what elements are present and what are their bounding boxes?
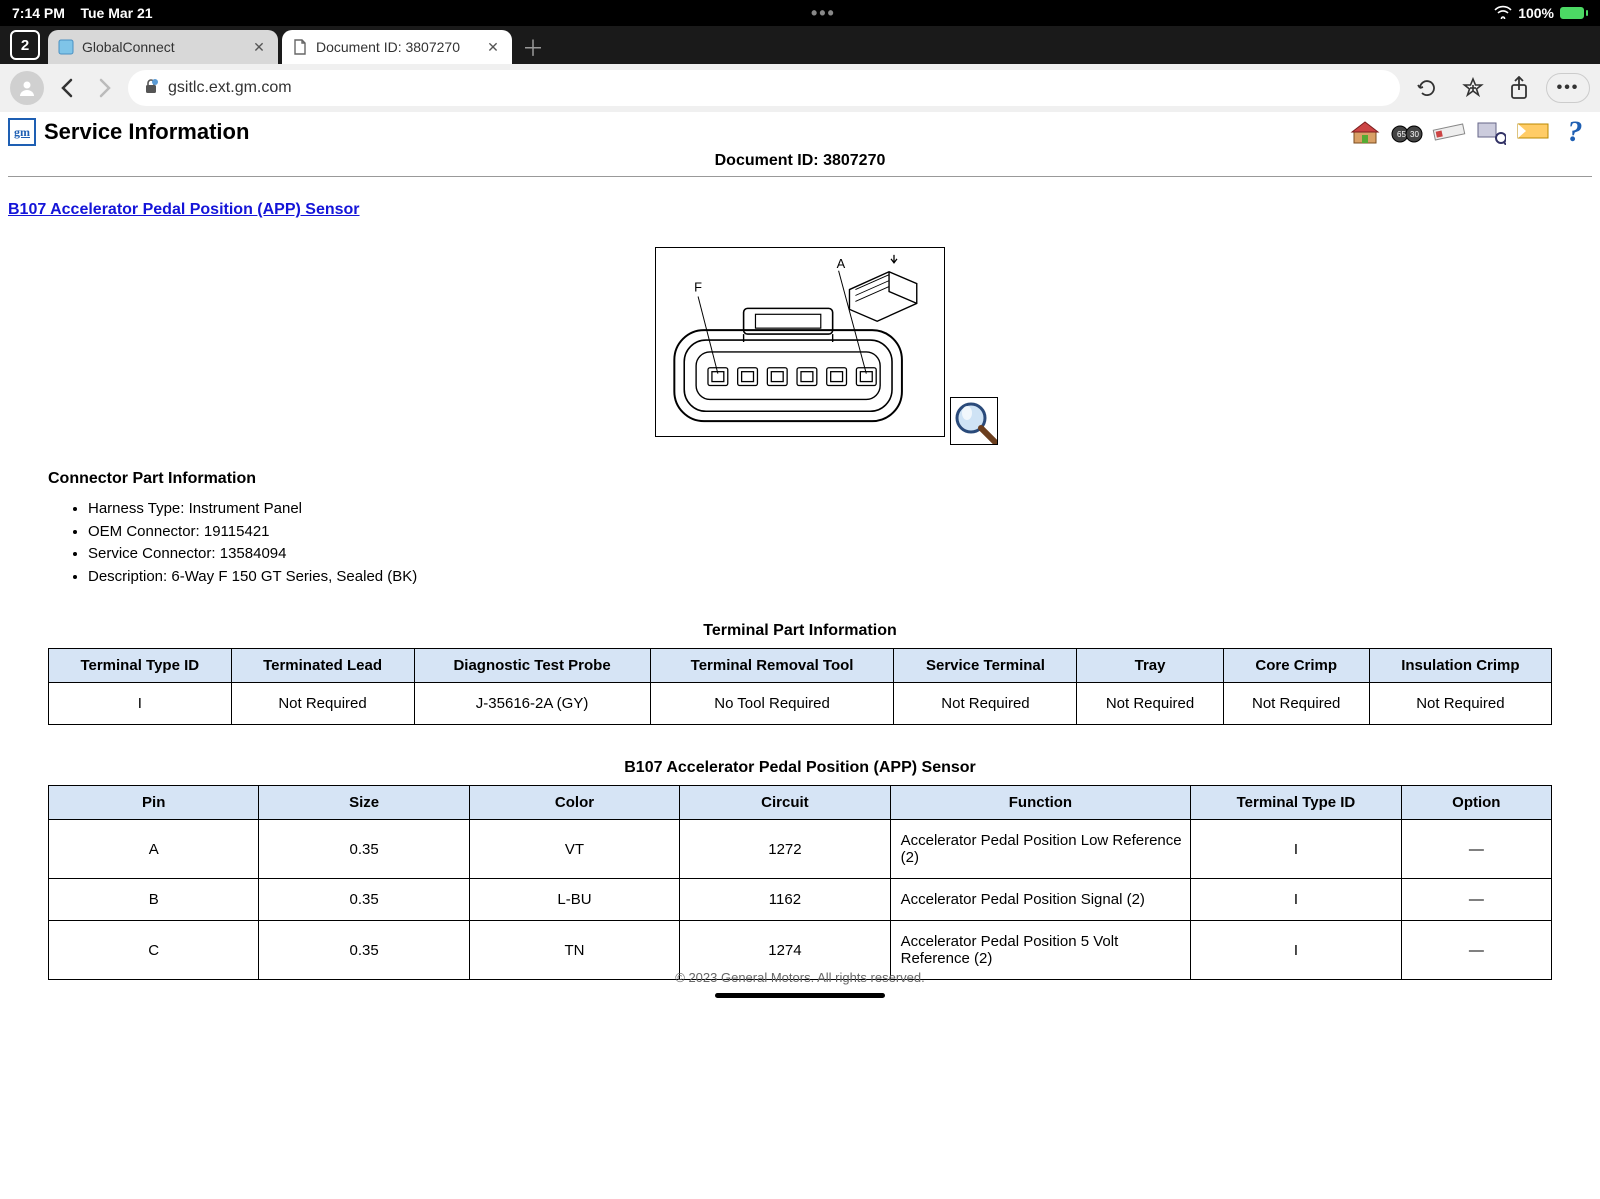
url-text: gsitlc.ext.gm.com	[168, 79, 292, 97]
scope-icon[interactable]	[1474, 120, 1508, 144]
favorites-button[interactable]	[1454, 77, 1492, 99]
th: Size	[259, 786, 469, 820]
close-tab-icon[interactable]: ✕	[484, 38, 502, 56]
terminal-table: Terminal Type ID Terminated Lead Diagnos…	[48, 648, 1552, 725]
diagram-label-a: A	[837, 256, 846, 271]
page-title: Service Information	[44, 119, 249, 145]
home-icon[interactable]	[1348, 120, 1382, 144]
table-row: B 0.35 L-BU 1162 Accelerator Pedal Posit…	[49, 879, 1552, 921]
zoom-icon[interactable]	[950, 397, 998, 450]
back-button[interactable]	[52, 78, 82, 98]
th: Terminal Type ID	[49, 649, 232, 683]
connector-diagram: F A	[8, 247, 1592, 442]
th: Pin	[49, 786, 259, 820]
document-icon	[292, 39, 308, 55]
list-item: Harness Type: Instrument Panel	[88, 498, 1592, 521]
tab-globalconnect[interactable]: GlobalConnect ✕	[48, 30, 278, 64]
doc-toolbar: 65 30 ?	[1348, 120, 1592, 144]
th: Color	[469, 786, 679, 820]
diagram-label-f: F	[694, 280, 702, 295]
pin-table-caption: B107 Accelerator Pedal Position (APP) Se…	[8, 759, 1592, 777]
help-icon[interactable]: ?	[1558, 120, 1592, 144]
battery-percent: 100%	[1518, 5, 1554, 21]
browser-address-bar: gsitlc.ext.gm.com •••	[0, 64, 1600, 112]
tab-label: Document ID: 3807270	[316, 39, 484, 55]
svg-text:65: 65	[1397, 130, 1406, 139]
th: Tray	[1077, 649, 1223, 683]
measure-icon[interactable]	[1432, 120, 1466, 144]
list-item: OEM Connector: 19115421	[88, 521, 1592, 544]
th: Circuit	[680, 786, 890, 820]
pin-table: Pin Size Color Circuit Function Terminal…	[48, 785, 1552, 980]
list-item: Description: 6-Way F 150 GT Series, Seal…	[88, 566, 1592, 589]
browser-tab-bar: 2 GlobalConnect ✕ Document ID: 3807270 ✕…	[0, 26, 1600, 64]
th: Terminated Lead	[231, 649, 414, 683]
flag-icon[interactable]	[1516, 120, 1550, 144]
connector-info-list: Harness Type: Instrument Panel OEM Conne…	[88, 498, 1592, 588]
tab-favicon-icon	[58, 39, 74, 55]
th: Service Terminal	[894, 649, 1077, 683]
forward-button[interactable]	[90, 78, 120, 98]
multitask-dots[interactable]: •••	[153, 3, 1495, 24]
copyright-footer: © 2023 General Motors. All rights reserv…	[8, 970, 1592, 985]
th: Insulation Crimp	[1369, 649, 1551, 683]
th: Function	[890, 786, 1191, 820]
section-link-app-sensor[interactable]: B107 Accelerator Pedal Position (APP) Se…	[8, 201, 360, 218]
th: Option	[1401, 786, 1551, 820]
home-indicator[interactable]	[715, 993, 885, 998]
battery-icon	[1560, 7, 1588, 19]
ipad-status-bar: 7:14 PM Tue Mar 21 ••• 100%	[0, 0, 1600, 26]
reload-button[interactable]	[1408, 77, 1446, 99]
status-date: Tue Mar 21	[80, 5, 152, 21]
more-menu-button[interactable]: •••	[1546, 73, 1590, 103]
url-field[interactable]: gsitlc.ext.gm.com	[128, 70, 1400, 106]
tab-label: GlobalConnect	[82, 39, 250, 55]
wifi-icon	[1494, 5, 1512, 22]
list-item: Service Connector: 13584094	[88, 543, 1592, 566]
table-row: A 0.35 VT 1272 Accelerator Pedal Positio…	[49, 820, 1552, 879]
document-id-label: Document ID: 3807270	[8, 152, 1592, 170]
tab-document[interactable]: Document ID: 3807270 ✕	[282, 30, 512, 64]
terminal-table-caption: Terminal Part Information	[8, 622, 1592, 640]
close-tab-icon[interactable]: ✕	[250, 38, 268, 56]
gm-logo-icon: gm	[8, 118, 36, 146]
profile-button[interactable]	[10, 71, 44, 105]
svg-text:30: 30	[1410, 130, 1419, 139]
binoculars-icon[interactable]: 65 30	[1390, 120, 1424, 144]
new-tab-button[interactable]: ＋	[516, 30, 550, 64]
th: Core Crimp	[1223, 649, 1369, 683]
share-button[interactable]	[1500, 76, 1538, 100]
page-content: gm Service Information 65 30 ? Document I…	[0, 112, 1600, 1038]
th: Diagnostic Test Probe	[414, 649, 650, 683]
th: Terminal Removal Tool	[650, 649, 894, 683]
tab-count-button[interactable]: 2	[10, 30, 40, 60]
status-time: 7:14 PM	[12, 5, 65, 21]
connector-info-heading: Connector Part Information	[48, 470, 1592, 488]
table-row: I Not Required J-35616-2A (GY) No Tool R…	[49, 683, 1552, 725]
th: Terminal Type ID	[1191, 786, 1401, 820]
divider	[8, 176, 1592, 177]
site-settings-icon[interactable]	[142, 77, 160, 100]
